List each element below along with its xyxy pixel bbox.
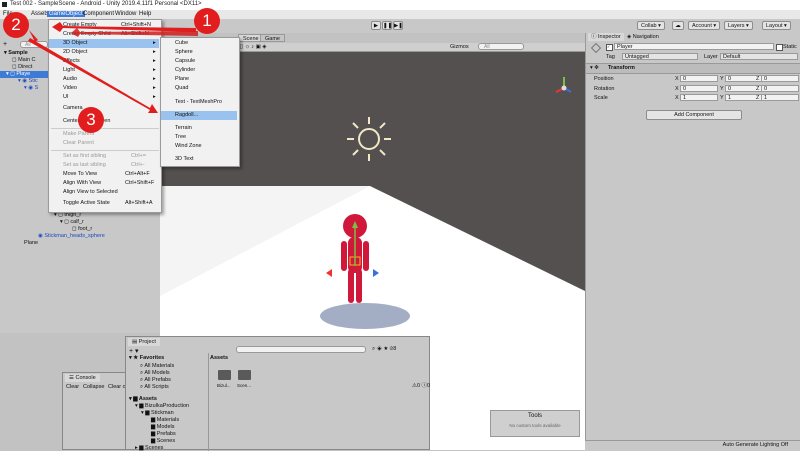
annotation-arrows: [28, 22, 198, 113]
callout-1: 1: [194, 8, 220, 34]
arrow-to-gameobject-menu: [52, 22, 196, 32]
arrow-to-ragdoll: [28, 38, 158, 113]
callout-2: 2: [3, 12, 29, 38]
callout-3: 3: [78, 107, 104, 133]
